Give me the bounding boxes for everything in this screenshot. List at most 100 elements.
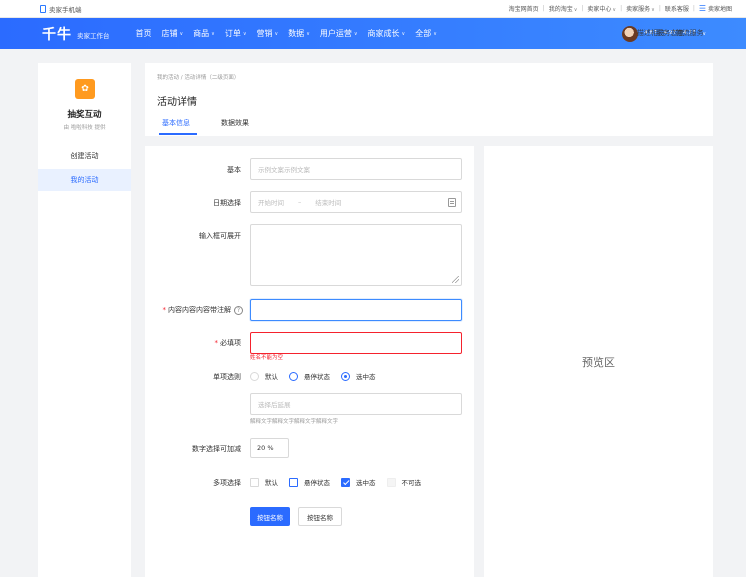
tab-basic-info[interactable]: 基本信息: [162, 118, 190, 128]
seller-center-link[interactable]: 卖家中心∨: [587, 4, 616, 13]
radio-circle: [250, 371, 259, 381]
nav-item-marketing[interactable]: 营销 ∨: [257, 28, 279, 39]
top-utility-bar: 卖家手机端 淘宝网首页 | 我的淘宝∨ | 卖家中心∨ | 卖家服务∨ | 联系…: [0, 0, 746, 18]
sidebar-item-create-activity[interactable]: 创建活动: [38, 145, 131, 167]
divider: |: [542, 5, 545, 12]
checkbox-box: [386, 477, 396, 487]
page-header: 我的活动 / 活动详情（二级页面） 活动详情 基本信息 数据效果: [145, 63, 713, 136]
nav-menu: 首页 店铺 ∨ 商品 ∨ 订单 ∨ 营销 ∨ 数据 ∨ 用户运营 ∨ 商家成长 ∨ 全部 ∨: [136, 28, 437, 39]
chevron-down-icon: ∨: [306, 30, 310, 37]
nav-label: 订单: [224, 29, 241, 38]
divider: |: [620, 5, 623, 12]
date-field-label: 日期选择: [213, 199, 241, 207]
help-icon[interactable]: ?: [234, 305, 243, 315]
nav-item-growth[interactable]: 商家成长 ∨: [368, 28, 406, 39]
nav-label: 商品: [193, 29, 210, 38]
breadcrumb[interactable]: 我的活动 / 活动详情（二级页面）: [157, 73, 239, 81]
nav-label: 营销: [256, 29, 273, 38]
divider: |: [658, 5, 661, 12]
my-taobao-label: 我的淘宝: [548, 6, 573, 13]
required-asterisk: *: [162, 306, 167, 314]
app-provider: 由 啦啦科技 提供: [63, 125, 106, 131]
checkbox-label: 不可选: [401, 479, 422, 487]
basic-input-placeholder: 示例文案示例文案: [258, 166, 310, 174]
rating-label: 物流服务: [675, 29, 704, 37]
logo-subtitle: 卖家工作台: [77, 32, 110, 40]
radio-default[interactable]: 默认: [250, 371, 278, 381]
checkbox-box: [250, 477, 259, 487]
seller-service-link[interactable]: 卖家服务∨: [626, 4, 655, 13]
preview-panel: 预览区: [484, 146, 713, 577]
chevron-down-icon: ∨: [242, 30, 247, 37]
checkbox-default[interactable]: 默认: [250, 477, 278, 487]
rating-logistics: 物流服务 4.7↑: [676, 30, 704, 37]
required-asterisk: *: [214, 339, 219, 347]
chevron-down-icon: ∨: [612, 7, 617, 13]
checkbox-label: 默认: [265, 479, 278, 487]
nav-item-data[interactable]: 数据 ∨: [288, 28, 310, 39]
sidebar-item-my-activities[interactable]: 我的活动: [38, 169, 131, 191]
nav-item-goods[interactable]: 商品 ∨: [193, 28, 215, 39]
checkbox-disabled: 不可选: [386, 477, 422, 487]
expandable-textarea[interactable]: [250, 224, 462, 286]
nav-item-shop[interactable]: 店铺 ∨: [162, 28, 184, 39]
checkbox-box: [341, 477, 350, 487]
radio-hover[interactable]: 悬停状态: [289, 371, 330, 381]
date-range-picker[interactable]: 开始时间 – 结束时间: [250, 191, 462, 213]
app-title: 抽奖互动: [67, 110, 102, 120]
checkbox-label: 选中态: [356, 479, 376, 487]
contact-service-link[interactable]: 联系客服: [665, 4, 689, 13]
checkbox-field-label: 多项选择: [213, 479, 241, 487]
my-taobao-link[interactable]: 我的淘宝∨: [549, 4, 578, 13]
seller-map-link[interactable]: ☰ 卖家地图: [699, 4, 732, 13]
nav-label: 店铺: [161, 29, 178, 38]
nav-item-orders[interactable]: 订单 ∨: [225, 28, 247, 39]
secondary-button[interactable]: 按钮名称: [298, 507, 342, 526]
seller-map-label: 卖家地图: [707, 6, 732, 13]
nav-label: 用户运营: [319, 29, 352, 38]
form-panel: 基本 示例文案示例文案 日期选择 开始时间 – 结束时间 输入框可展开 * 内容…: [145, 146, 474, 577]
checkbox-hover[interactable]: 悬停状态: [289, 477, 330, 487]
number-stepper[interactable]: 20 %: [250, 438, 289, 458]
note-label-text: 内容内容内容带注解: [168, 306, 231, 314]
basic-input[interactable]: 示例文案示例文案: [250, 158, 462, 180]
chevron-down-icon: ∨: [573, 7, 578, 13]
app-logo-icon: ✿: [75, 79, 95, 99]
radio-label: 选中态: [356, 373, 376, 381]
primary-button[interactable]: 按钮名称: [250, 507, 290, 526]
seller-service-label: 卖家服务: [626, 6, 651, 13]
checkbox-box: [289, 477, 298, 487]
chevron-down-icon: ∨: [651, 7, 655, 13]
mobile-link[interactable]: 卖家手机端: [40, 4, 82, 14]
shop-ratings[interactable]: 描述相符 4.8↑ 服务态度 4.9↑ 物流服务 4.7↑ ∨: [622, 25, 706, 42]
mobile-link-label: 卖家手机端: [49, 5, 82, 14]
nav-item-user-ops[interactable]: 用户运营 ∨: [320, 28, 358, 39]
chevron-down-icon: ∨: [211, 30, 215, 37]
radio-label: 默认: [265, 373, 278, 381]
resize-handle-icon[interactable]: [452, 276, 459, 283]
basic-field-label: 基本: [227, 166, 241, 174]
divider: |: [581, 5, 584, 12]
extend-select[interactable]: 选择后延展: [250, 393, 462, 415]
hint-text: 解释文字解释文字解释文字解释文字: [250, 419, 339, 425]
taobao-home-link[interactable]: 淘宝网首页: [509, 4, 539, 13]
required-input[interactable]: [250, 332, 462, 354]
preview-label: 预览区: [582, 355, 615, 369]
select-placeholder: 选择后延展: [258, 401, 291, 409]
required-field-label: * 必填项: [165, 338, 242, 348]
annotated-input[interactable]: [250, 299, 462, 321]
chevron-down-icon: ∨: [401, 30, 406, 37]
sidebar: ✿ 抽奖互动 由 啦啦科技 提供 创建活动 我的活动: [38, 63, 131, 577]
seller-center-label: 卖家中心: [587, 6, 612, 13]
number-value: 20 %: [257, 444, 274, 452]
main-navbar: 千牛 卖家工作台 首页 店铺 ∨ 商品 ∨ 订单 ∨ 营销 ∨ 数据 ∨ 用户运营 ∨ 商家…: [0, 18, 746, 49]
nav-item-all[interactable]: 全部 ∨: [415, 28, 437, 39]
radio-field-label: 单项选则: [213, 373, 241, 381]
checkbox-selected[interactable]: 选中态: [341, 477, 376, 487]
radio-label: 悬停状态: [304, 373, 330, 381]
nav-item-home[interactable]: 首页: [136, 28, 152, 39]
avatar[interactable]: [622, 25, 639, 42]
qianniu-logo[interactable]: 千牛: [42, 24, 72, 44]
tab-data-effect[interactable]: 数据效果: [221, 118, 249, 128]
radio-selected[interactable]: 选中态: [341, 371, 376, 381]
